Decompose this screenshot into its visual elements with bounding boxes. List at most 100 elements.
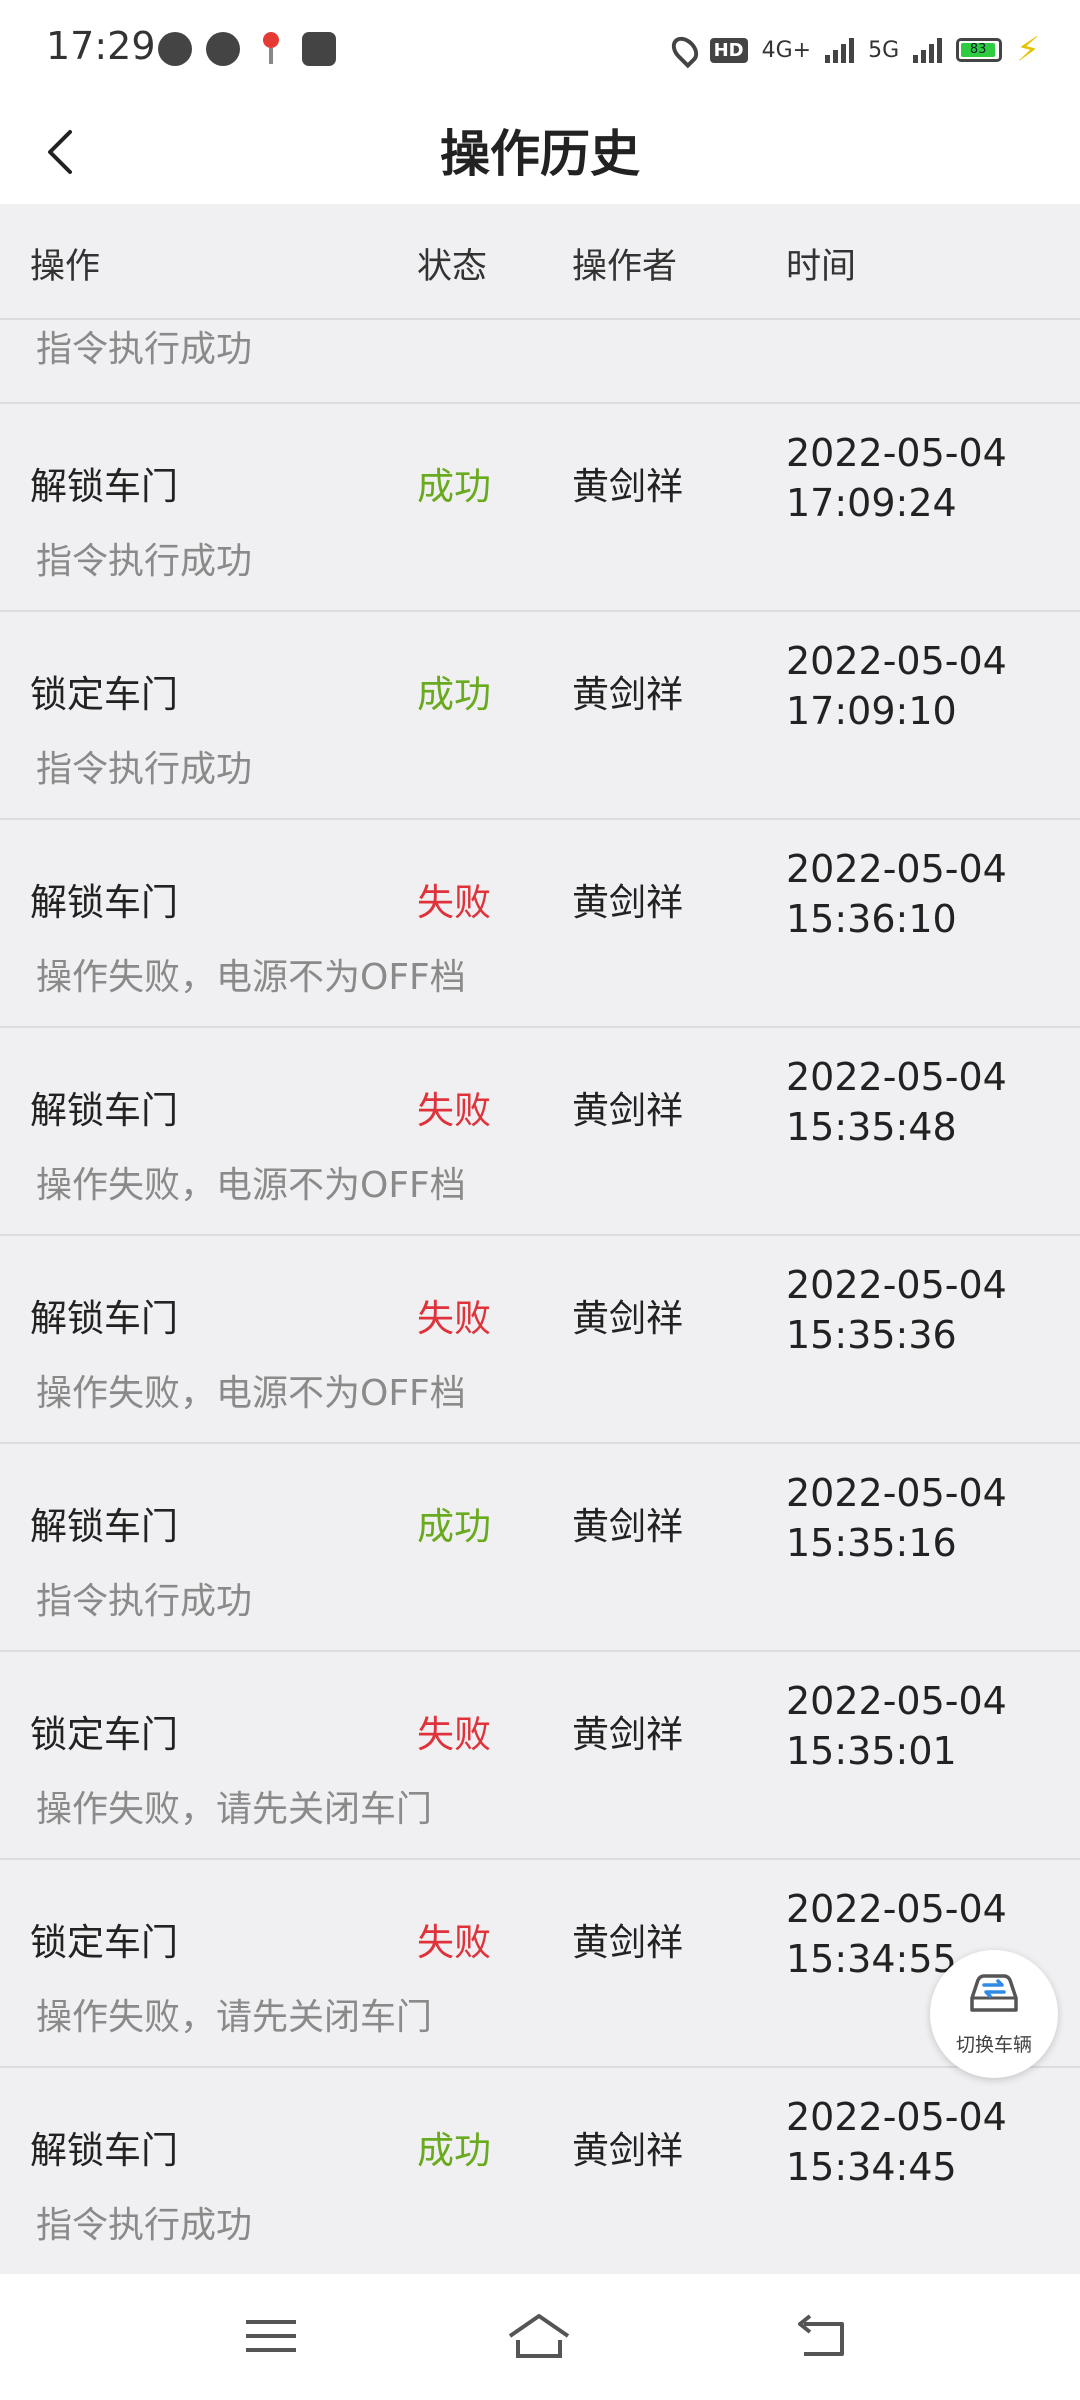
speedometer-icon: [158, 32, 192, 66]
row-status: 失败: [417, 1713, 491, 1756]
back-arrow-icon[interactable]: [36, 124, 92, 180]
row-time-text: 15:35:01: [786, 1729, 957, 1773]
table-row: 锁定车门 失败 黄剑祥 2022-05-04 15:34:55 操作失败，请先关闭…: [0, 1860, 1080, 2068]
table-row: 解锁车门 成功 黄剑祥 2022-05-04 17:09:24 指令执行成功: [0, 404, 1080, 612]
row-time: 2022-05-04 15:35:48: [786, 1052, 1007, 1152]
row-operator: 黄剑祥: [572, 465, 683, 508]
row-date-text: 2022-05-04: [786, 1263, 1007, 1307]
row-operator: 黄剑祥: [572, 1297, 683, 1340]
row-time-text: 15:35:36: [786, 1313, 957, 1357]
car-switch-icon: [970, 1974, 1018, 2012]
row-operation: 解锁车门: [30, 2129, 178, 2172]
column-time: 时间: [786, 247, 857, 287]
row-date-text: 2022-05-04: [786, 1887, 1007, 1931]
row-status: 失败: [417, 1089, 491, 1132]
row-status: 失败: [417, 1921, 491, 1964]
row-operation: 解锁车门: [30, 465, 178, 508]
row-operator: 黄剑祥: [572, 2129, 683, 2172]
row-message: 操作失败，电源不为OFF档: [36, 957, 466, 998]
wechat-icon: [206, 32, 240, 66]
row-time: 2022-05-04 15:35:16: [786, 1468, 1007, 1568]
row-status: 失败: [417, 1297, 491, 1340]
row-date-text: 2022-05-04: [786, 1679, 1007, 1723]
row-message: 指令执行成功: [36, 749, 253, 790]
list-item-partial: 指令执行成功: [0, 320, 1080, 404]
row-operator: 黄剑祥: [572, 1921, 683, 1964]
row-message: 操作失败，请先关闭车门: [36, 1997, 433, 2038]
battery-level: 83: [961, 43, 996, 57]
app-notification-icon: [302, 32, 336, 66]
hd-icon: HD: [709, 37, 748, 63]
row-message: 操作失败，请先关闭车门: [36, 1789, 433, 1830]
row-time-text: 15:34:45: [786, 2145, 957, 2189]
row-operator: 黄剑祥: [572, 1089, 683, 1132]
row-message: 指令执行成功: [36, 541, 253, 582]
table-row: 解锁车门 失败 黄剑祥 2022-05-04 15:35:48 操作失败，电源不为…: [0, 1028, 1080, 1236]
row-time: 2022-05-04 17:09:24: [786, 428, 1007, 528]
row-time: 2022-05-04 15:34:45: [786, 2092, 1007, 2192]
row-operation: 解锁车门: [30, 881, 178, 924]
network-5g-label: 5G: [868, 37, 900, 63]
row-operator: 黄剑祥: [572, 1505, 683, 1548]
row-operation: 解锁车门: [30, 1089, 178, 1132]
row-message: 指令执行成功: [36, 2205, 253, 2246]
row-status: 成功: [417, 673, 491, 716]
battery-icon: 83: [956, 38, 1003, 62]
row-status: 成功: [417, 465, 491, 508]
row-status: 失败: [417, 881, 491, 924]
history-list[interactable]: 指令执行成功 解锁车门 成功 黄剑祥 2022-05-04 17:09:24 指令…: [0, 320, 1080, 2274]
location-icon: [666, 31, 703, 69]
page-title: 操作历史: [440, 125, 640, 183]
row-message: 指令执行成功: [36, 329, 253, 370]
row-message: 操作失败，电源不为OFF档: [36, 1165, 466, 1206]
row-time: 2022-05-04 17:09:10: [786, 636, 1007, 736]
signal-icon: [825, 37, 855, 63]
table-row: 解锁车门 失败 黄剑祥 2022-05-04 15:36:10 操作失败，电源不为…: [0, 820, 1080, 1028]
table-header: 操作 状态 操作者 时间: [0, 204, 1080, 320]
back-nav-icon[interactable]: [786, 2306, 856, 2366]
row-operator: 黄剑祥: [572, 1713, 683, 1756]
row-operation: 解锁车门: [30, 1505, 178, 1548]
row-date-text: 2022-05-04: [786, 2095, 1007, 2139]
table-row: 锁定车门 成功 黄剑祥 2022-05-04 17:09:10 指令执行成功: [0, 612, 1080, 820]
status-time: 17:29: [46, 24, 156, 68]
row-date-text: 2022-05-04: [786, 1471, 1007, 1515]
row-date-text: 2022-05-04: [786, 847, 1007, 891]
status-right: HD 4G+ 5G 83 ⚡: [666, 30, 1040, 70]
switch-vehicle-button[interactable]: 切换车辆: [930, 1950, 1058, 2078]
row-date-text: 2022-05-04: [786, 1055, 1007, 1099]
network-4g-label: 4G+: [761, 37, 812, 63]
row-time-text: 15:36:10: [786, 897, 957, 941]
row-message: 指令执行成功: [36, 1581, 253, 1622]
row-operation: 锁定车门: [30, 673, 178, 716]
table-row: 锁定车门 失败 黄剑祥 2022-05-04 15:35:01 操作失败，请先关闭…: [0, 1652, 1080, 1860]
map-pin-icon: [254, 32, 288, 66]
table-row: 解锁车门 成功 黄剑祥 2022-05-04 15:35:16 指令执行成功: [0, 1444, 1080, 1652]
row-time: 2022-05-04 15:35:01: [786, 1676, 1007, 1776]
signal-icon-2: [913, 37, 943, 63]
row-time: 2022-05-04 15:35:36: [786, 1260, 1007, 1360]
column-status: 状态: [417, 247, 488, 287]
row-time-text: 15:35:48: [786, 1105, 957, 1149]
row-message: 操作失败，电源不为OFF档: [36, 1373, 466, 1414]
table-row: 解锁车门 失败 黄剑祥 2022-05-04 15:35:36 操作失败，电源不为…: [0, 1236, 1080, 1444]
row-operation: 解锁车门: [30, 1297, 178, 1340]
row-time-text: 17:09:10: [786, 689, 957, 733]
row-time: 2022-05-04 15:36:10: [786, 844, 1007, 944]
row-operation: 锁定车门: [30, 1713, 178, 1756]
row-status: 成功: [417, 2129, 491, 2172]
status-bar: 17:29 HD 4G+ 5G 83 ⚡: [0, 0, 1080, 100]
row-status: 成功: [417, 1505, 491, 1548]
charging-icon: ⚡: [1016, 30, 1040, 70]
row-time-text: 15:35:16: [786, 1521, 957, 1565]
switch-vehicle-label: 切换车辆: [955, 2034, 1032, 2056]
column-operation: 操作: [30, 247, 101, 287]
app-header: 操作历史: [0, 100, 1080, 204]
system-nav-bar: [0, 2274, 1080, 2400]
row-date-text: 2022-05-04: [786, 431, 1007, 475]
home-icon[interactable]: [504, 2306, 574, 2366]
row-date-text: 2022-05-04: [786, 639, 1007, 683]
notification-icons: [158, 32, 336, 66]
row-time-text: 17:09:24: [786, 481, 957, 525]
menu-icon[interactable]: [236, 2306, 306, 2366]
